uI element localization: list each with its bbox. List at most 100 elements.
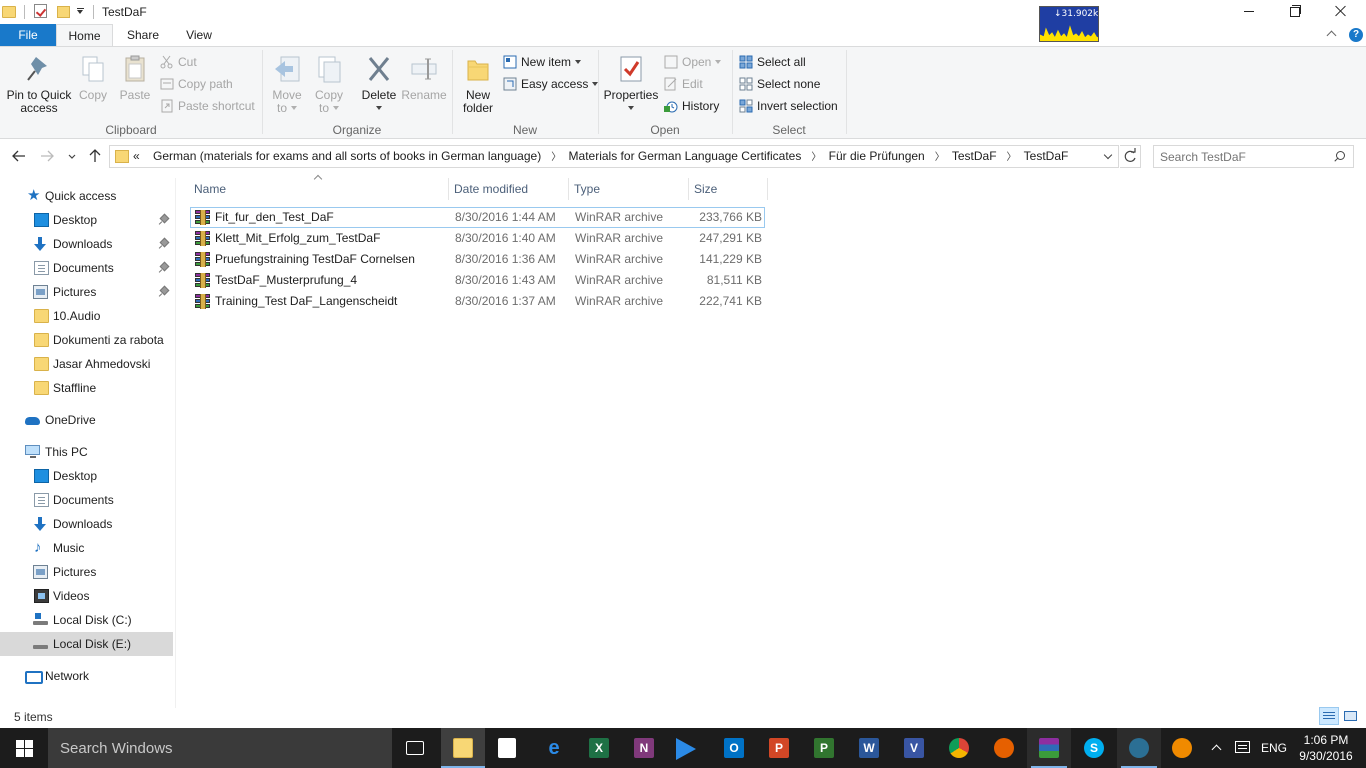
address-history-chevron-icon[interactable]	[1105, 154, 1113, 160]
nav-quick-downloads[interactable]: Downloads	[0, 232, 173, 256]
chevron-right-icon[interactable]: 〉	[1007, 152, 1017, 163]
breadcrumb-item[interactable]: TestDaF	[1024, 149, 1069, 163]
nav-quick-folder[interactable]: Dokumenti za rabota	[0, 328, 173, 352]
details-view-icon[interactable]	[1319, 707, 1339, 725]
properties-button[interactable]: Properties	[603, 53, 659, 115]
open-button[interactable]: Open	[664, 52, 722, 72]
file-row[interactable]: Fit_fur_den_Test_DaF 8/30/2016 1:44 AM W…	[190, 207, 766, 228]
nav-quick-desktop[interactable]: Desktop	[0, 208, 173, 232]
new-folder-quick-icon[interactable]	[57, 6, 70, 18]
nav-pc-documents[interactable]: Documents	[0, 488, 173, 512]
nav-pc-disk-e[interactable]: Local Disk (E:)	[0, 632, 173, 656]
pin-icon[interactable]	[160, 263, 168, 273]
breadcrumb-item[interactable]: Materials for German Language Certificat…	[569, 149, 802, 163]
nav-quick-pictures[interactable]: Pictures	[0, 280, 173, 304]
file-row[interactable]: Pruefungstraining TestDaF Cornelsen 8/30…	[190, 249, 766, 270]
firefox-icon[interactable]	[982, 728, 1026, 768]
large-icons-view-icon[interactable]	[1341, 707, 1361, 725]
rename-button[interactable]: Rename	[400, 53, 448, 102]
nav-pc-videos[interactable]: Videos	[0, 584, 173, 608]
easy-access-button[interactable]: Easy access	[503, 74, 599, 94]
tab-share[interactable]: Share	[113, 24, 173, 47]
breadcrumb-item[interactable]: Für die Prüfungen	[829, 149, 925, 163]
task-view-icon[interactable]	[394, 728, 438, 768]
column-header-type[interactable]: Type	[570, 178, 689, 200]
nav-quick-folder[interactable]: Jasar Ahmedovski	[0, 352, 173, 376]
pin-to-quick-access-button[interactable]: Pin to Quick access	[4, 53, 74, 115]
nav-pc-pictures[interactable]: Pictures	[0, 560, 173, 584]
media-player-icon[interactable]	[664, 728, 708, 768]
close-button[interactable]	[1318, 0, 1364, 22]
nav-pc-desktop[interactable]: Desktop	[0, 464, 173, 488]
winrar-icon[interactable]	[1027, 728, 1071, 768]
nav-quick-access[interactable]: ★ Quick access	[0, 184, 173, 208]
file-row[interactable]: Training_Test DaF_Langenscheidt 8/30/201…	[190, 291, 766, 312]
paste-button[interactable]: Paste	[118, 53, 152, 102]
chevron-right-icon[interactable]: 〉	[551, 152, 561, 163]
new-item-button[interactable]: New item	[503, 52, 582, 72]
nav-quick-folder[interactable]: 10.Audio	[0, 304, 173, 328]
nav-onedrive[interactable]: OneDrive	[0, 408, 173, 432]
breadcrumb-overflow[interactable]: «	[133, 149, 140, 163]
store-icon[interactable]	[486, 728, 530, 768]
properties-dropdown-icon[interactable]	[603, 102, 659, 115]
file-row[interactable]: TestDaF_Musterprufung_4 8/30/2016 1:43 A…	[190, 270, 766, 291]
input-language-indicator[interactable]: ENG	[1261, 741, 1287, 755]
new-folder-button[interactable]: New folder	[458, 53, 498, 115]
pin-icon[interactable]	[160, 239, 168, 249]
nav-this-pc[interactable]: This PC	[0, 440, 173, 464]
network-meter-icon[interactable]	[1117, 728, 1161, 768]
file-explorer-icon[interactable]	[441, 728, 485, 768]
nav-quick-documents[interactable]: Documents	[0, 256, 173, 280]
paste-shortcut-button[interactable]: Paste shortcut	[160, 96, 255, 116]
copy-button[interactable]: Copy	[76, 53, 110, 102]
copy-to-button[interactable]: Copy to	[310, 53, 348, 115]
show-hidden-icons-chevron-icon[interactable]	[1212, 744, 1220, 752]
minimize-button[interactable]	[1226, 0, 1272, 22]
help-icon[interactable]: ?	[1349, 28, 1363, 42]
taskbar-search-box[interactable]: Search Windows	[48, 728, 392, 768]
system-clock[interactable]: 1:06 PM 9/30/2016	[1294, 732, 1358, 764]
search-box[interactable]	[1153, 145, 1354, 168]
skype-icon[interactable]: S	[1072, 728, 1116, 768]
column-header-size[interactable]: Size	[690, 178, 768, 200]
forward-arrow-icon[interactable]	[39, 148, 55, 164]
visio-icon[interactable]: V	[892, 728, 936, 768]
search-icon[interactable]	[1334, 151, 1345, 162]
cut-button[interactable]: Cut	[160, 52, 197, 72]
properties-quick-icon[interactable]	[34, 4, 47, 18]
powerpoint-icon[interactable]: P	[757, 728, 801, 768]
move-to-button[interactable]: Move to	[268, 53, 306, 115]
nav-pc-downloads[interactable]: Downloads	[0, 512, 173, 536]
nav-pc-music[interactable]: ♪ Music	[0, 536, 173, 560]
invert-selection-button[interactable]: Invert selection	[739, 96, 838, 116]
delete-dropdown-icon[interactable]	[358, 102, 400, 115]
select-all-button[interactable]: Select all	[739, 52, 806, 72]
outlook-icon[interactable]: O	[712, 728, 756, 768]
start-button[interactable]	[0, 728, 48, 768]
excel-icon[interactable]: X	[577, 728, 621, 768]
nav-quick-folder[interactable]: Staffline	[0, 376, 173, 400]
tab-home[interactable]: Home	[56, 24, 113, 47]
chrome-icon[interactable]	[937, 728, 981, 768]
refresh-button[interactable]	[1120, 145, 1141, 168]
customize-quick-access-icon[interactable]	[76, 8, 84, 16]
tab-file[interactable]: File	[0, 24, 56, 47]
edit-button[interactable]: Edit	[664, 74, 703, 94]
nav-pc-disk-c[interactable]: Local Disk (C:)	[0, 608, 173, 632]
up-arrow-icon[interactable]	[87, 148, 103, 164]
tab-view[interactable]: View	[173, 24, 225, 47]
search-input[interactable]	[1160, 149, 1330, 165]
address-bar[interactable]: « German (materials for exams and all so…	[109, 145, 1119, 168]
column-header-name[interactable]: Name	[190, 178, 449, 200]
select-none-button[interactable]: Select none	[739, 74, 820, 94]
column-header-date[interactable]: Date modified	[450, 178, 569, 200]
chevron-right-icon[interactable]: 〉	[935, 152, 945, 163]
maximize-button[interactable]	[1272, 0, 1318, 22]
project-icon[interactable]: P	[802, 728, 846, 768]
copy-path-button[interactable]: Copy path	[160, 74, 233, 94]
chevron-right-icon[interactable]: 〉	[811, 152, 821, 163]
onenote-icon[interactable]: N	[622, 728, 666, 768]
pin-icon[interactable]	[160, 287, 168, 297]
history-button[interactable]: History	[664, 96, 719, 116]
